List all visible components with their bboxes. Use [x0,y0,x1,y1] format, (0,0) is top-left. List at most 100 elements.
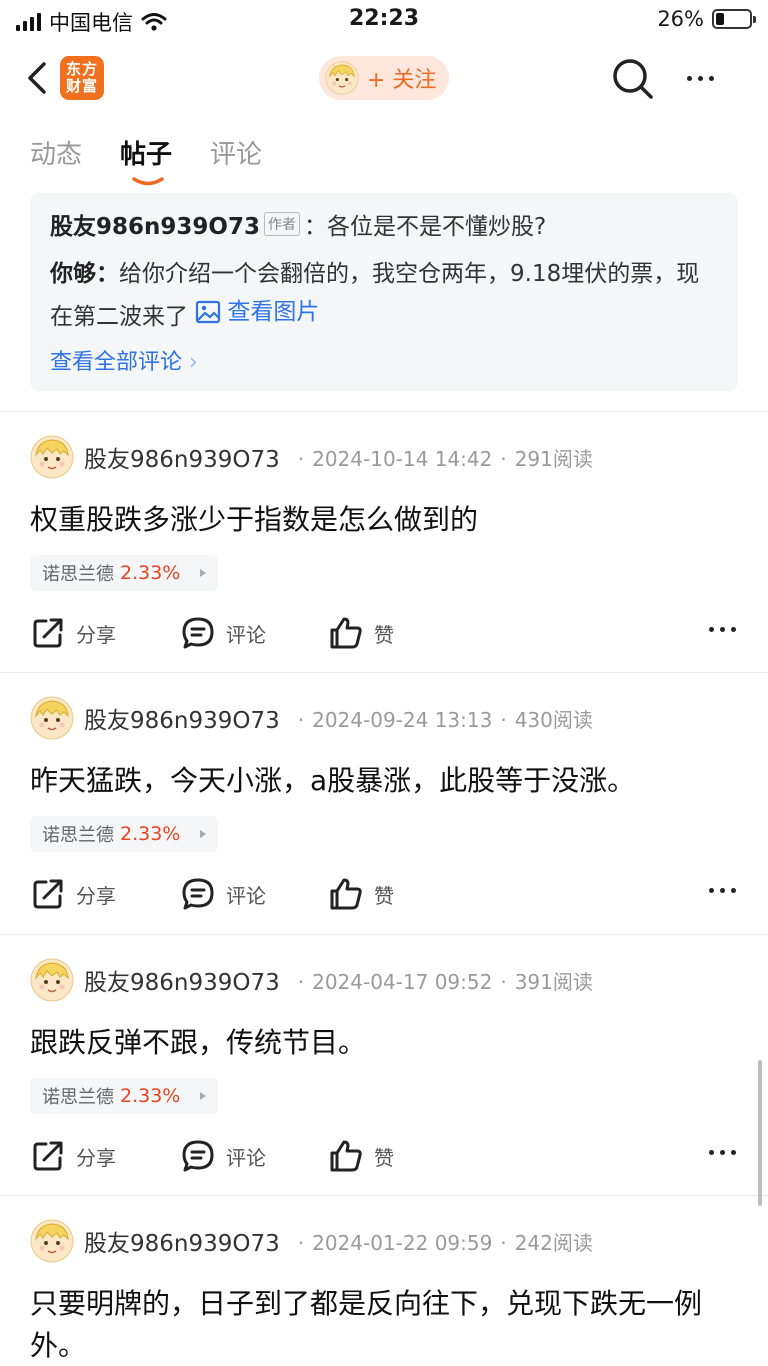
profile-tabs: 动态 帖子 评论 [30,134,262,186]
stock-name: 诺思兰德 [42,564,114,585]
like-button[interactable]: 赞 [328,615,394,651]
post-meta: · 2024-10-14 14:42 · 291阅读 [297,446,593,471]
play-arrow-icon [200,830,207,838]
like-button[interactable]: 赞 [328,876,394,912]
comment-label: 评论 [226,1145,266,1170]
share-button[interactable]: 分享 [30,615,116,651]
active-tab-indicator [132,177,164,186]
more-options-icon[interactable] [709,888,736,893]
top-nav: 东方 财富 + 关注 [0,48,768,108]
avatar[interactable] [30,958,74,1002]
tab-comments[interactable]: 评论 [210,134,262,178]
scrollbar[interactable] [758,1060,762,1206]
comment-icon [182,1140,214,1172]
share-button[interactable]: 分享 [30,876,116,912]
search-icon[interactable] [610,56,656,102]
post-author[interactable]: 股友986n939O73 [84,440,280,474]
share-label: 分享 [76,1145,116,1170]
share-label: 分享 [76,622,116,647]
reply-user[interactable]: 你够： [50,261,119,287]
pinned-reply: 你够：给你介绍一个会翻倍的，我空仓两年，9.18埋伏的票，现在第二波来了 查看图… [50,255,718,336]
post-actions: 分享 评论 赞 [30,876,740,916]
post-actions: 分享 评论 赞 [30,1138,740,1178]
reply-text: 给你介绍一个会翻倍的，我空仓两年，9.18埋伏的票，现在第二波来了 [50,261,700,330]
post-body[interactable]: 只要明牌的，日子到了都是反向往下，兑现下跌无一例外。 [30,1283,740,1366]
comment-label: 评论 [226,622,266,647]
post-header: 股友986n939O73 · 2024-09-24 13:13 · 430阅读 [30,696,593,740]
post-header: 股友986n939O73 · 2024-10-14 14:42 · 291阅读 [30,435,593,479]
comment-icon [182,878,214,910]
post-meta: · 2024-04-17 09:52 · 391阅读 [297,969,593,994]
play-arrow-icon [200,569,207,577]
comment-button[interactable]: 评论 [180,876,266,912]
more-options-icon[interactable] [709,627,736,632]
view-all-label: 查看全部评论 [50,350,183,375]
battery-info: 26% [657,7,756,31]
play-arrow-icon [200,1092,207,1100]
tab-posts-label: 帖子 [120,140,173,170]
thumbs-up-icon [330,1140,362,1172]
post-author[interactable]: 股友986n939O73 [84,701,280,735]
tab-posts[interactable]: 帖子 [120,134,173,186]
author-tag: 作者 [263,212,300,236]
stock-tag[interactable]: 诺思兰德 2.33% [30,1078,219,1114]
like-label: 赞 [374,883,394,908]
stock-tag[interactable]: 诺思兰德 2.33% [30,816,219,852]
post-header: 股友986n939O73 · 2024-04-17 09:52 · 391阅读 [30,958,593,1002]
thumbs-up-icon [330,617,362,649]
avatar[interactable] [30,1219,74,1263]
post-author[interactable]: 股友986n939O73 [84,1224,280,1258]
avatar[interactable] [30,435,74,479]
logo-line1: 东方 [65,60,98,78]
comment-button[interactable]: 评论 [180,615,266,651]
stock-tag[interactable]: 诺思兰德 2.33% [30,555,219,591]
post-body[interactable]: 跟跌反弹不跟，传统节目。 [30,1022,740,1064]
share-button[interactable]: 分享 [30,1138,116,1174]
stock-name: 诺思兰德 [42,825,114,846]
post-reads: 391阅读 [514,969,593,994]
stock-change: 2.33% [120,823,181,845]
pinned-comment-card[interactable]: 股友986n939O73 作者 ： 各位是不是不懂炒股? 你够：给你介绍一个会翻… [30,193,738,391]
like-button[interactable]: 赞 [328,1138,394,1174]
back-arrow-icon[interactable] [20,56,60,100]
divider [0,672,768,673]
post-body[interactable]: 昨天猛跌，今天小涨，a股暴涨，此股等于没涨。 [30,760,740,802]
tab-dynamic[interactable]: 动态 [30,134,82,178]
view-all-comments-link[interactable]: 查看全部评论 › [50,344,718,376]
post-reads: 430阅读 [514,707,593,732]
battery-percent: 26% [657,7,704,31]
post-reads: 291阅读 [514,446,593,471]
share-icon [33,618,63,648]
chevron-right-icon: › [189,350,198,375]
view-image-link[interactable]: 查看图片 [195,293,319,331]
post-actions: 分享 评论 赞 [30,615,740,655]
post-date: 2024-10-14 14:42 [312,446,493,471]
pinned-author[interactable]: 股友986n939O73 [50,207,260,241]
pinned-question-line: 股友986n939O73 作者 ： 各位是不是不懂炒股? [50,207,718,241]
post-author[interactable]: 股友986n939O73 [84,963,280,997]
stock-name: 诺思兰德 [42,1087,114,1108]
avatar [325,61,359,95]
divider [0,411,768,412]
post-reads: 242阅读 [514,1230,593,1255]
battery-icon [712,9,756,29]
post-date: 2024-04-17 09:52 [312,969,493,994]
divider [0,1195,768,1196]
post-body[interactable]: 权重股跌多涨少于指数是怎么做到的 [30,499,740,541]
stock-change: 2.33% [120,1085,181,1107]
follow-button[interactable]: + 关注 [319,56,449,100]
comment-button[interactable]: 评论 [180,1138,266,1174]
more-options-icon[interactable] [678,60,722,96]
divider [0,934,768,935]
share-icon [33,1141,63,1171]
like-label: 赞 [374,1145,394,1170]
avatar[interactable] [30,696,74,740]
pinned-question: 各位是不是不懂炒股? [326,214,547,240]
status-bar: 中国电信 22:23 26% [0,0,768,40]
comment-label: 评论 [226,883,266,908]
post-date: 2024-01-22 09:59 [312,1230,493,1255]
logo-line2: 财富 [65,77,98,95]
eastmoney-logo: 东方 财富 [60,56,104,100]
more-options-icon[interactable] [709,1150,736,1155]
post-date: 2024-09-24 13:13 [312,707,493,732]
